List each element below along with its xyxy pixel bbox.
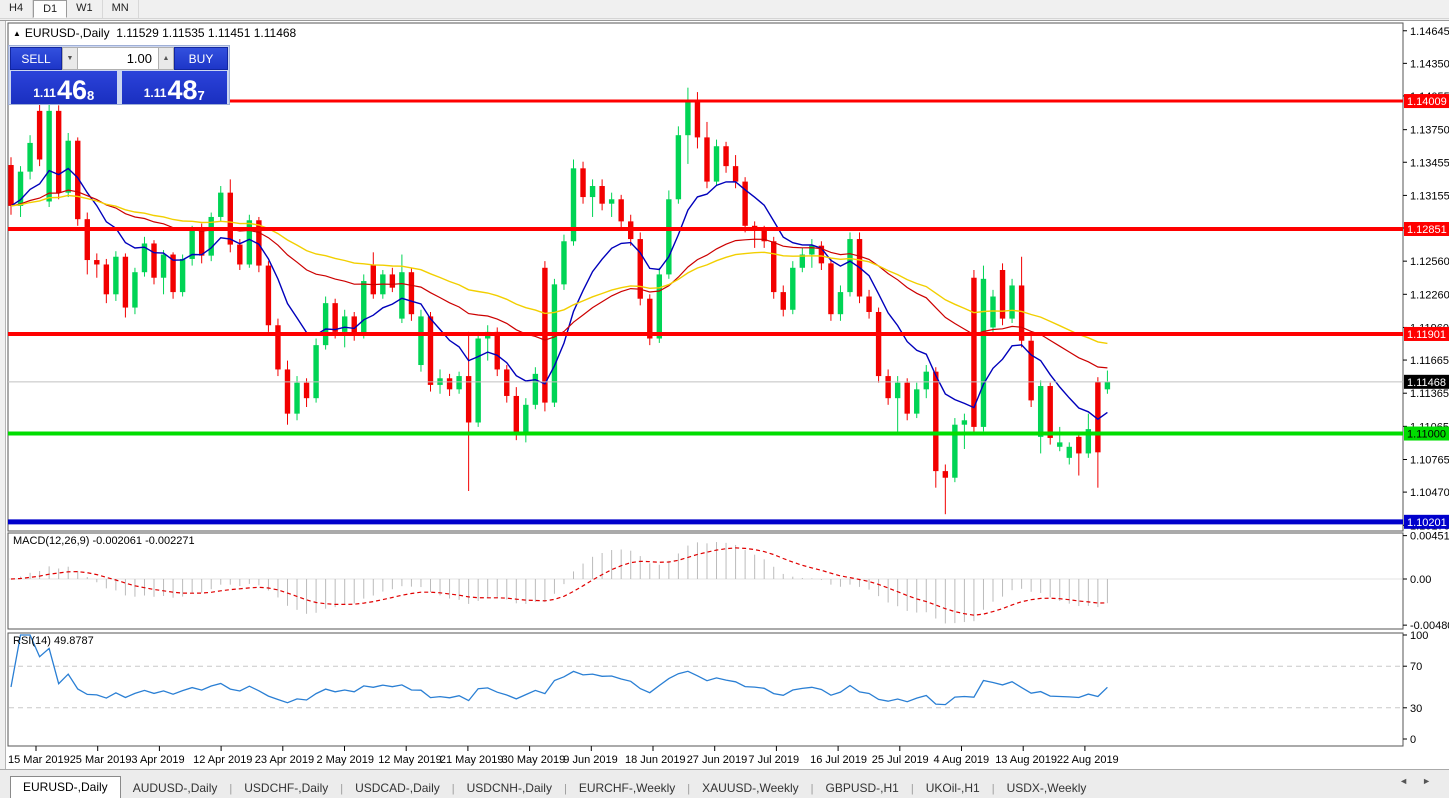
ask-price-point: 7 bbox=[198, 90, 205, 102]
svg-text:1.12260: 1.12260 bbox=[1410, 289, 1449, 301]
symbol-tab-audusd[interactable]: AUDUSD-,Daily bbox=[121, 778, 230, 798]
price-axis: 1.146451.143501.140551.137501.134551.131… bbox=[1403, 26, 1449, 746]
svg-text:16 Jul 2019: 16 Jul 2019 bbox=[810, 754, 867, 766]
timeframe-button-h4[interactable]: H4 bbox=[0, 0, 33, 18]
svg-text:1.14009: 1.14009 bbox=[1407, 96, 1447, 108]
timeframe-button-d1[interactable]: D1 bbox=[33, 0, 67, 18]
svg-text:30 May 2019: 30 May 2019 bbox=[502, 754, 566, 766]
svg-text:1.11901: 1.11901 bbox=[1407, 329, 1446, 341]
svg-text:22 Aug 2019: 22 Aug 2019 bbox=[1057, 754, 1119, 766]
tab-scroll-left-icon[interactable]: ◄ bbox=[1399, 776, 1422, 786]
symbol-tab-eurusd[interactable]: EURUSD-,Daily bbox=[10, 776, 121, 798]
tab-scroll-buttons: ◄► bbox=[1399, 776, 1445, 786]
symbol-tab-ukoil[interactable]: UKOil-,H1 bbox=[914, 778, 992, 798]
svg-text:13 Aug 2019: 13 Aug 2019 bbox=[995, 754, 1057, 766]
rsi-value: 49.8787 bbox=[54, 635, 94, 647]
svg-text:25 Jul 2019: 25 Jul 2019 bbox=[872, 754, 929, 766]
rsi-indicator-label: RSI(14) 49.8787 bbox=[13, 635, 94, 647]
macd-indicator-label: MACD(12,26,9) -0.002061 -0.002271 bbox=[13, 535, 195, 547]
svg-text:1.12851: 1.12851 bbox=[1407, 224, 1447, 236]
bid-price-box[interactable]: 1.11468 bbox=[11, 71, 117, 104]
symbol-tab-usdcnh[interactable]: USDCNH-,Daily bbox=[455, 778, 564, 798]
svg-text:23 Apr 2019: 23 Apr 2019 bbox=[255, 754, 314, 766]
symbol-tab-bar: EURUSD-,DailyAUDUSD-,Daily|USDCHF-,Daily… bbox=[0, 769, 1449, 798]
chart-symbol-label: EURUSD-,Daily bbox=[25, 26, 110, 40]
volume-decrease-button[interactable]: ▼ bbox=[62, 47, 78, 70]
svg-text:12 Apr 2019: 12 Apr 2019 bbox=[193, 754, 252, 766]
svg-text:1.13455: 1.13455 bbox=[1410, 157, 1449, 169]
svg-text:100: 100 bbox=[1410, 630, 1428, 642]
timeframe-button-w1[interactable]: W1 bbox=[67, 0, 103, 18]
symbol-tab-usdx[interactable]: USDX-,Weekly bbox=[995, 778, 1099, 798]
svg-text:1.14645: 1.14645 bbox=[1410, 26, 1449, 38]
one-click-trade-widget: SELL ▼ 1.00 ▲ BUY 1.11468 1.11487 bbox=[8, 45, 230, 105]
svg-text:7 Jul 2019: 7 Jul 2019 bbox=[748, 754, 799, 766]
date-axis: 15 Mar 201925 Mar 20193 Apr 2019 12 Apr 2… bbox=[8, 746, 1119, 766]
svg-text:18 Jun 2019: 18 Jun 2019 bbox=[625, 754, 686, 766]
chart-title: ▲ EURUSD-,Daily 1.11529 1.11535 1.11451 1… bbox=[13, 26, 296, 40]
svg-text:25 Mar 2019: 25 Mar 2019 bbox=[70, 754, 132, 766]
svg-text:1.11665: 1.11665 bbox=[1410, 355, 1449, 367]
svg-text:9 Jun 2019: 9 Jun 2019 bbox=[563, 754, 617, 766]
svg-text:0: 0 bbox=[1410, 734, 1416, 746]
svg-text:4 Aug 2019: 4 Aug 2019 bbox=[934, 754, 990, 766]
ask-price-main: 48 bbox=[167, 78, 197, 102]
svg-text:70: 70 bbox=[1410, 661, 1422, 673]
bid-price-point: 8 bbox=[87, 90, 94, 102]
svg-text:0.00: 0.00 bbox=[1410, 574, 1431, 586]
symbol-tab-usdcad[interactable]: USDCAD-,Daily bbox=[343, 778, 452, 798]
sell-button[interactable]: SELL bbox=[10, 47, 62, 70]
symbol-tab-xauusd[interactable]: XAUUSD-,Weekly bbox=[690, 778, 810, 798]
macd-values: -0.002061 -0.002271 bbox=[92, 535, 194, 547]
svg-text:1.11468: 1.11468 bbox=[1407, 377, 1446, 389]
tab-scroll-right-icon[interactable]: ► bbox=[1422, 776, 1445, 786]
buy-button[interactable]: BUY bbox=[174, 47, 228, 70]
svg-text:15 Mar 2019: 15 Mar 2019 bbox=[8, 754, 70, 766]
svg-text:1.11000: 1.11000 bbox=[1407, 429, 1446, 441]
svg-text:21 May 2019: 21 May 2019 bbox=[440, 754, 504, 766]
symbol-tab-gbpusd[interactable]: GBPUSD-,H1 bbox=[813, 778, 910, 798]
chart-canvas[interactable]: 1.146451.143501.140551.137501.134551.131… bbox=[0, 21, 1449, 769]
svg-text:1.13155: 1.13155 bbox=[1410, 190, 1449, 202]
bid-price-main: 46 bbox=[57, 78, 87, 102]
svg-text:1.13750: 1.13750 bbox=[1410, 125, 1449, 137]
svg-text:0.004517: 0.004517 bbox=[1410, 531, 1449, 543]
svg-text:30: 30 bbox=[1410, 703, 1422, 715]
timeframe-toolbar: H4D1W1MN bbox=[0, 0, 1449, 19]
symbol-tab-eurchf[interactable]: EURCHF-,Weekly bbox=[567, 778, 687, 798]
symbol-tabs: EURUSD-,DailyAUDUSD-,Daily|USDCHF-,Daily… bbox=[10, 775, 1098, 798]
svg-text:1.14350: 1.14350 bbox=[1410, 58, 1449, 70]
svg-text:12 May 2019: 12 May 2019 bbox=[378, 754, 442, 766]
bid-price-prefix: 1.11 bbox=[33, 86, 56, 100]
svg-text:1.10470: 1.10470 bbox=[1410, 487, 1449, 499]
svg-text:1.10765: 1.10765 bbox=[1410, 455, 1449, 467]
chart-collapse-icon[interactable]: ▲ bbox=[13, 29, 21, 38]
svg-text:27 Jun 2019: 27 Jun 2019 bbox=[687, 754, 748, 766]
volume-increase-button[interactable]: ▲ bbox=[158, 47, 174, 70]
timeframe-button-mn[interactable]: MN bbox=[103, 0, 139, 18]
ask-price-prefix: 1.11 bbox=[144, 86, 167, 100]
chart-window: 1.146451.143501.140551.137501.134551.131… bbox=[0, 20, 1449, 769]
svg-text:1.11365: 1.11365 bbox=[1410, 388, 1449, 400]
volume-input[interactable]: 1.00 bbox=[78, 47, 158, 70]
ask-price-box[interactable]: 1.11487 bbox=[122, 71, 228, 104]
chart-ohlc-values: 1.11529 1.11535 1.11451 1.11468 bbox=[116, 26, 296, 40]
svg-text:1.10201: 1.10201 bbox=[1407, 517, 1447, 529]
svg-text:2 May 2019: 2 May 2019 bbox=[317, 754, 374, 766]
svg-text:3 Apr 2019: 3 Apr 2019 bbox=[131, 754, 184, 766]
svg-text:1.12560: 1.12560 bbox=[1410, 256, 1449, 268]
symbol-tab-usdchf[interactable]: USDCHF-,Daily bbox=[232, 778, 340, 798]
trading-platform-window: H4D1W1MN 1.146451.143501.140551.137501.1… bbox=[0, 0, 1449, 798]
